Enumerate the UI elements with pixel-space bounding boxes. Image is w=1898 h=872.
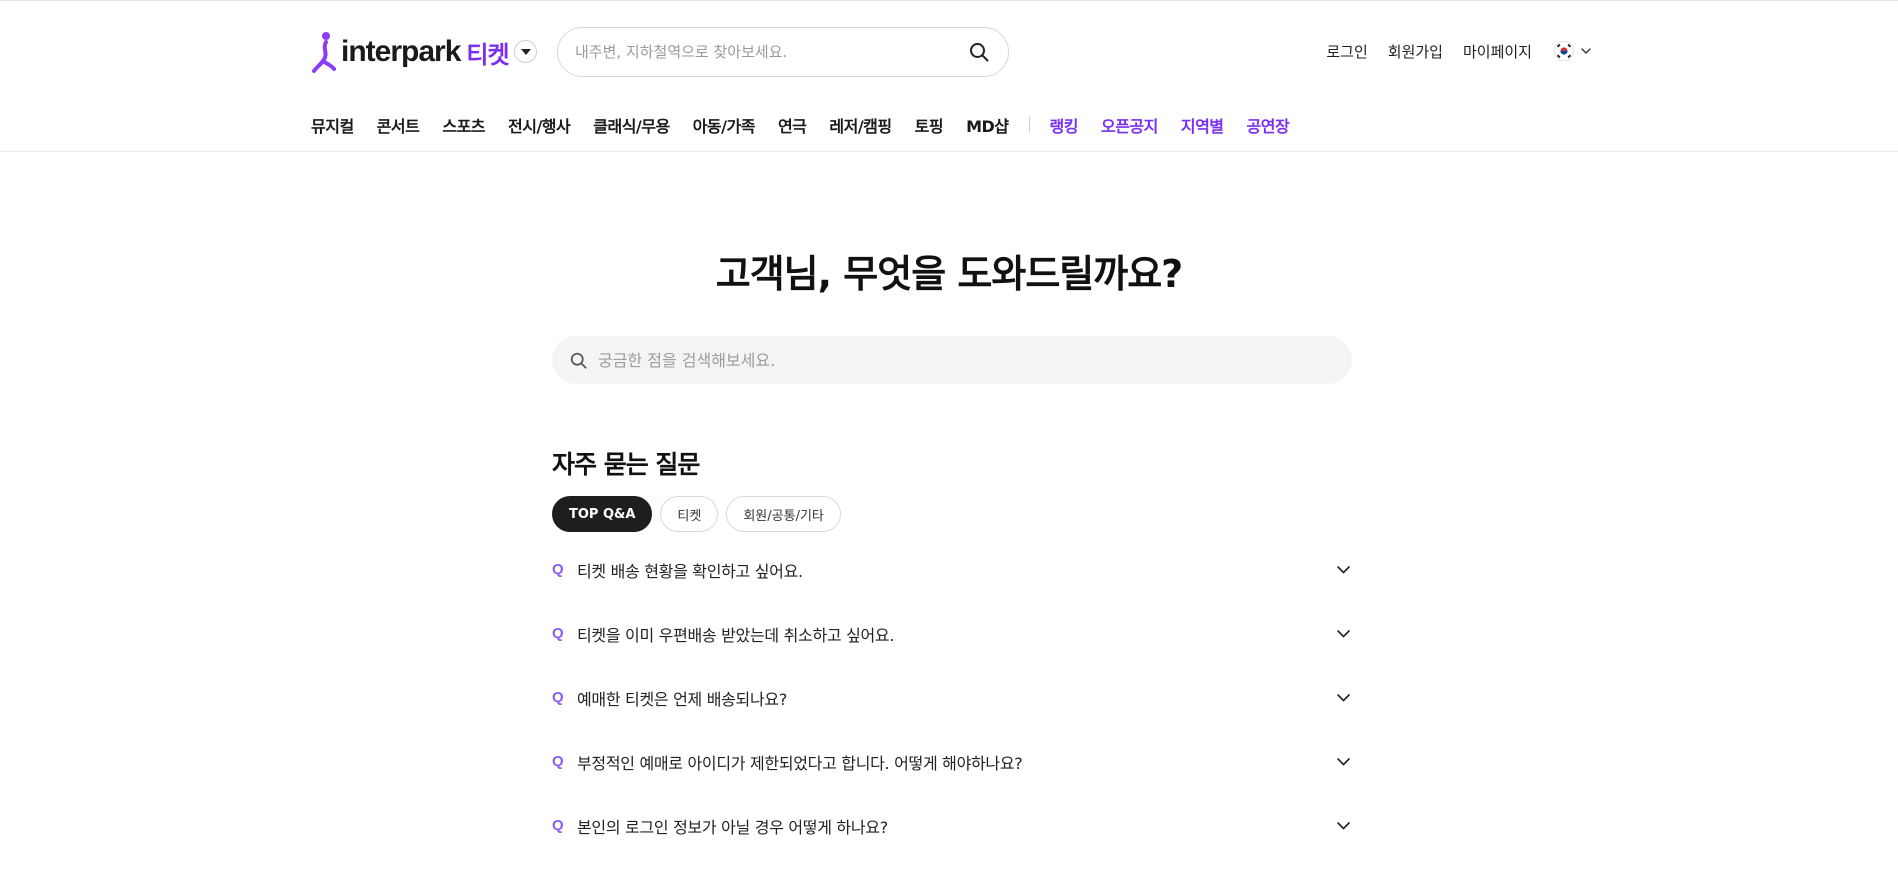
nav-item-ranking[interactable]: 랭킹 (1050, 113, 1079, 137)
faq-question: 부정적인 예매로 아이디가 제한되었다고 합니다. 어떻게 해야하나요? (577, 753, 1023, 773)
language-selector[interactable] (1554, 41, 1591, 61)
service-dropdown-button[interactable] (514, 40, 537, 63)
nav-item-mdshop[interactable]: MD샵 (966, 113, 1009, 137)
faq-question: 예매한 티켓은 언제 배송되나요? (577, 689, 788, 709)
q-marker: Q (552, 561, 564, 578)
chevron-down-icon (1336, 563, 1350, 577)
help-search-input[interactable] (598, 350, 1334, 370)
login-link[interactable]: 로그인 (1326, 41, 1367, 62)
nav-divider (1028, 117, 1030, 133)
q-marker: Q (552, 817, 564, 834)
chevron-down-icon (1336, 627, 1350, 641)
nav-item-leisure[interactable]: 레저/캠핑 (829, 113, 892, 137)
mypage-link[interactable]: 마이페이지 (1463, 41, 1532, 62)
q-marker: Q (552, 689, 564, 706)
faq-question: 티켓 배송 현황을 확인하고 싶어요. (577, 561, 803, 581)
faq-section: 자주 묻는 질문 TOP Q&A 티켓 회원/공통/기타 Q 티켓 배송 현황을… (552, 445, 1352, 858)
nav-item-kids[interactable]: 아동/가족 (693, 113, 756, 137)
faq-item[interactable]: Q 부정적인 예매로 아이디가 제한되었다고 합니다. 어떻게 해야하나요? (552, 730, 1352, 794)
signup-link[interactable]: 회원가입 (1388, 41, 1443, 62)
help-search-bar (552, 336, 1352, 384)
faq-question: 티켓을 이미 우편배송 받았는데 취소하고 싶어요. (577, 625, 895, 645)
nav-item-play[interactable]: 연극 (778, 113, 807, 137)
chevron-down-icon (1336, 755, 1350, 769)
site-header: interpark 티켓 로그인 회원가입 마이페이지 (0, 1, 1898, 152)
logo-text: interpark (341, 35, 461, 68)
chevron-down-icon (1336, 691, 1350, 705)
chevron-down-icon (1581, 48, 1591, 54)
faq-item[interactable]: Q 티켓을 이미 우편배송 받았는데 취소하고 싶어요. (552, 602, 1352, 666)
logo-figure-icon (312, 32, 336, 73)
search-icon (570, 351, 588, 369)
faq-title: 자주 묻는 질문 (552, 450, 700, 479)
nav-item-venue[interactable]: 공연장 (1247, 113, 1290, 137)
faq-list: Q 티켓 배송 현황을 확인하고 싶어요. Q 티켓을 이미 우편배송 받았는데… (552, 538, 1352, 858)
logo-ticket-label: 티켓 (466, 40, 509, 69)
caret-down-icon (520, 48, 531, 55)
nav-item-musical[interactable]: 뮤지컬 (311, 113, 354, 137)
utility-links: 로그인 회원가입 마이페이지 (1326, 39, 1591, 63)
faq-item[interactable]: Q 예매한 티켓은 언제 배송되나요? (552, 666, 1352, 730)
top-search-input[interactable] (575, 43, 968, 61)
faq-question: 본인의 로그인 정보가 아닐 경우 어떻게 하나요? (577, 817, 888, 837)
q-marker: Q (552, 753, 564, 770)
top-search-button[interactable] (968, 41, 990, 63)
chip-ticket[interactable]: 티켓 (660, 496, 719, 532)
top-search-bar (557, 27, 1009, 77)
nav-item-sports[interactable]: 스포츠 (442, 113, 485, 137)
nav-item-concert[interactable]: 콘서트 (377, 113, 420, 137)
interpark-ticket-logo[interactable]: interpark 티켓 (311, 30, 510, 74)
nav-item-open-notice[interactable]: 오픈공지 (1101, 113, 1158, 137)
q-marker: Q (552, 625, 564, 642)
faq-item[interactable]: Q 티켓 배송 현황을 확인하고 싶어요. (552, 538, 1352, 602)
chip-top-qa[interactable]: TOP Q&A (552, 496, 653, 532)
chip-member-common[interactable]: 회원/공통/기타 (726, 496, 841, 532)
category-nav: 뮤지컬 콘서트 스포츠 전시/행사 클래식/무용 아동/가족 연극 레저/캠핑 … (311, 112, 1312, 138)
nav-item-exhibition[interactable]: 전시/행사 (508, 113, 571, 137)
nav-item-classic[interactable]: 클래식/무용 (593, 113, 670, 137)
chevron-down-icon (1336, 819, 1350, 833)
faq-item[interactable]: Q 본인의 로그인 정보가 아닐 경우 어떻게 하나요? (552, 794, 1352, 858)
page-title: 고객님, 무엇을 도와드릴까요? (715, 252, 1183, 296)
faq-category-chips: TOP Q&A 티켓 회원/공통/기타 (552, 496, 1352, 532)
korea-flag-icon (1554, 41, 1574, 61)
search-icon (970, 43, 989, 62)
nav-item-topping[interactable]: 토핑 (915, 113, 944, 137)
nav-item-region[interactable]: 지역별 (1181, 113, 1224, 137)
